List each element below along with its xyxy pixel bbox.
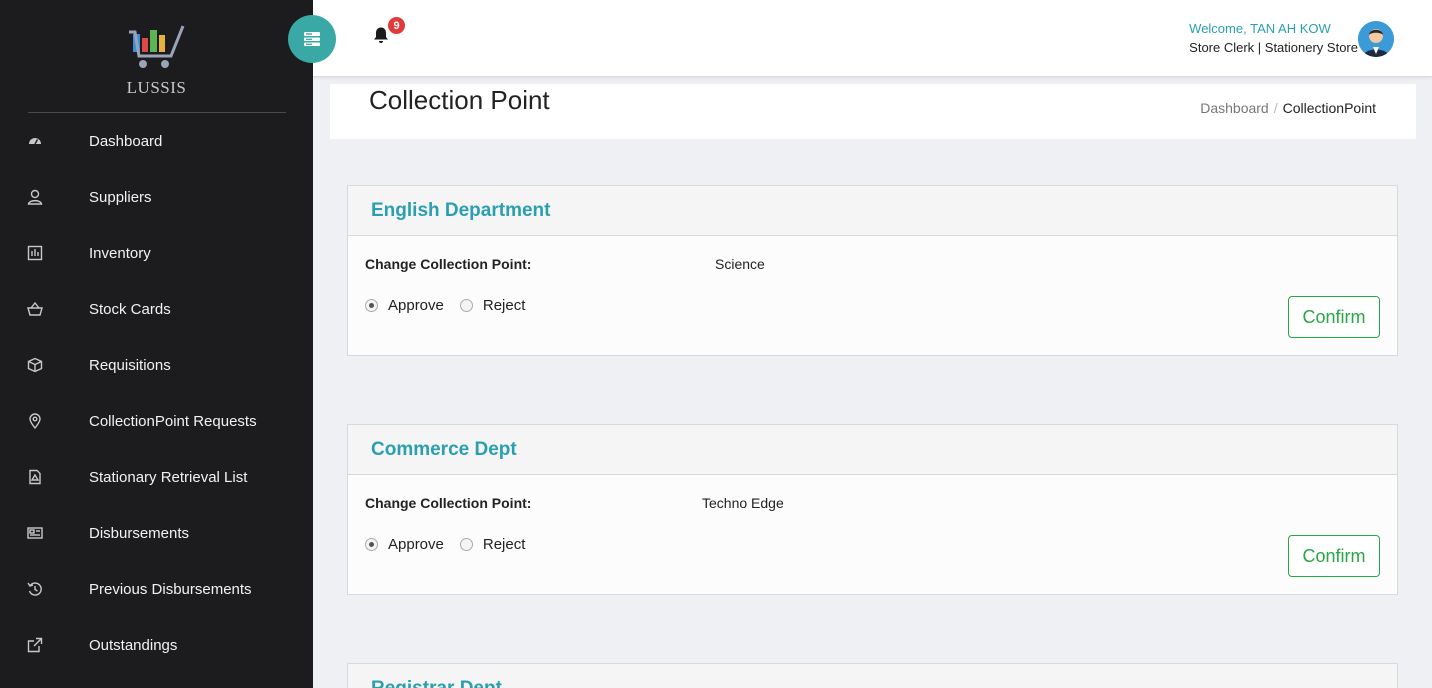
- new-collection-point: Techno Edge: [702, 495, 784, 511]
- bell-icon: [374, 27, 388, 43]
- decision-radio-group: Approve Reject: [365, 536, 541, 553]
- decision-radio-group: Approve Reject: [365, 297, 541, 314]
- history-icon: [0, 581, 89, 597]
- user-avatar-icon: [1358, 21, 1394, 57]
- sidebar: LUSSIS Dashboard Suppliers Inventory Sto: [0, 0, 313, 688]
- confirm-button[interactable]: Confirm: [1288, 296, 1380, 338]
- confirm-button[interactable]: Confirm: [1288, 535, 1380, 577]
- card-header: English Department: [348, 186, 1397, 236]
- box-icon: [0, 357, 89, 373]
- welcome-text: Welcome, TAN AH KOW: [1189, 21, 1331, 36]
- user-role-text: Store Clerk | Stationery Store: [1189, 40, 1358, 55]
- sidebar-item-label: Outstandings: [89, 636, 178, 654]
- sidebar-item-requisitions[interactable]: Requisitions: [0, 337, 313, 393]
- avatar[interactable]: [1358, 21, 1394, 57]
- sidebar-item-label: Stock Cards: [89, 300, 171, 318]
- department-title: Commerce Dept: [371, 438, 517, 460]
- reject-label[interactable]: Reject: [483, 297, 526, 314]
- top-bar: 9 Welcome, TAN AH KOW Store Clerk | Stat…: [288, 0, 1432, 77]
- page-header: Collection Point Dashboard / CollectionPoi…: [330, 84, 1416, 139]
- location-pin-icon: [0, 413, 89, 429]
- card-header: Commerce Dept: [348, 425, 1397, 475]
- user-info: Welcome, TAN AH KOW Store Clerk | Statio…: [1189, 19, 1358, 57]
- shopping-cart-logo-icon: [128, 25, 184, 68]
- sidebar-item-label: CollectionPoint Requests: [89, 412, 257, 430]
- new-collection-point: Science: [715, 256, 765, 272]
- newspaper-icon: [0, 525, 89, 541]
- breadcrumb-current: CollectionPoint: [1282, 100, 1376, 116]
- sidebar-item-suppliers[interactable]: Suppliers: [0, 169, 313, 225]
- sidebar-item-collectionpoint-requests[interactable]: CollectionPoint Requests: [0, 393, 313, 449]
- change-collection-point-label: Change Collection Point:: [365, 495, 532, 511]
- sidebar-item-stock-cards[interactable]: Stock Cards: [0, 281, 313, 337]
- reject-radio[interactable]: [459, 299, 473, 312]
- sidebar-item-label: Previous Disbursements: [89, 580, 252, 598]
- request-card-english: English Department Change Collection Poi…: [347, 185, 1398, 356]
- breadcrumb: Dashboard / CollectionPoint: [1200, 100, 1376, 116]
- reject-label[interactable]: Reject: [483, 536, 526, 553]
- page-title: Collection Point: [369, 85, 550, 115]
- menu-toggle-button[interactable]: [288, 15, 336, 63]
- change-collection-point-label: Change Collection Point:: [365, 256, 532, 272]
- breadcrumb-dashboard-link[interactable]: Dashboard: [1200, 100, 1269, 116]
- breadcrumb-separator: /: [1273, 100, 1278, 116]
- sidebar-item-label: Suppliers: [89, 188, 152, 206]
- inventory-icon: [0, 245, 89, 261]
- approve-label[interactable]: Approve: [388, 536, 444, 553]
- sidebar-item-stationary-retrieval-list[interactable]: Stationary Retrieval List: [0, 449, 313, 505]
- approve-radio[interactable]: [365, 538, 378, 551]
- sidebar-item-disbursements[interactable]: Disbursements: [0, 505, 313, 561]
- department-title: English Department: [371, 199, 551, 221]
- sidebar-item-outstandings[interactable]: Outstandings: [0, 617, 313, 673]
- approve-radio[interactable]: [365, 299, 378, 312]
- sidebar-item-label: Inventory: [89, 244, 151, 262]
- menu-icon: [304, 32, 320, 46]
- dashboard-icon: [0, 133, 89, 149]
- sidebar-item-label: Disbursements: [89, 524, 190, 542]
- app-logo[interactable]: LUSSIS: [0, 22, 313, 98]
- notification-count-badge: 9: [388, 17, 405, 34]
- notification-bell-button[interactable]: [372, 26, 390, 49]
- user-icon: [0, 189, 89, 205]
- external-link-icon: [0, 637, 89, 653]
- sidebar-item-inventory[interactable]: Inventory: [0, 225, 313, 281]
- logo-text: LUSSIS: [126, 78, 187, 97]
- card-body: Change Collection Point: Science Approve…: [348, 236, 1397, 355]
- sidebar-item-label: Requisitions: [89, 356, 171, 374]
- reject-radio[interactable]: [459, 538, 473, 551]
- sidebar-item-previous-disbursements[interactable]: Previous Disbursements: [0, 561, 313, 617]
- basket-icon: [0, 301, 89, 317]
- department-title: Registrar Dept: [371, 677, 502, 688]
- sidebar-nav: Dashboard Suppliers Inventory Stock Card…: [0, 113, 313, 673]
- card-body: Change Collection Point: Techno Edge App…: [348, 475, 1397, 594]
- request-card-commerce: Commerce Dept Change Collection Point: T…: [347, 424, 1398, 595]
- sidebar-item-dashboard[interactable]: Dashboard: [0, 113, 313, 169]
- approve-label[interactable]: Approve: [388, 297, 444, 314]
- document-icon: [0, 469, 89, 485]
- card-header: Registrar Dept: [348, 664, 1397, 688]
- request-card-registrar: Registrar Dept: [347, 663, 1398, 688]
- sidebar-item-label: Stationary Retrieval List: [89, 468, 248, 486]
- sidebar-item-label: Dashboard: [89, 132, 163, 150]
